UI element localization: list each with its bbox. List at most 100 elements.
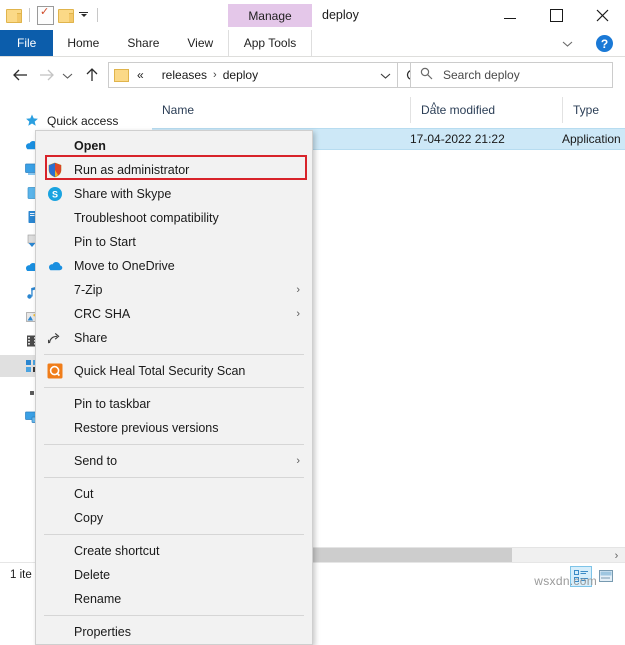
- menu-item-move-to-onedrive-label: Move to OneDrive: [74, 259, 175, 273]
- menu-separator-1: [44, 354, 304, 355]
- column-header-type-label: Type: [573, 103, 600, 117]
- menu-item-copy[interactable]: Copy: [36, 506, 312, 530]
- address-dropdown-button[interactable]: [373, 70, 397, 81]
- menu-item-share-with-skype[interactable]: S Share with Skype: [36, 182, 312, 206]
- menu-item-delete-label: Delete: [74, 568, 111, 582]
- customize-caret-icon[interactable]: [78, 9, 90, 21]
- menu-separator-6: [44, 615, 304, 616]
- column-header-name-label: Name: [162, 103, 195, 117]
- maximize-icon: [549, 8, 563, 22]
- column-header-date-modified[interactable]: Date modified: [410, 97, 562, 123]
- recent-locations-button[interactable]: [58, 63, 76, 87]
- onedrive-icon: [47, 258, 63, 274]
- quick-access-toolbar: [6, 4, 101, 26]
- title-bar: Manage deploy: [0, 0, 625, 30]
- menu-item-copy-label: Copy: [74, 511, 104, 525]
- menu-item-restore-previous-versions[interactable]: Restore previous versions: [36, 416, 312, 440]
- menu-item-pin-to-start-label: Pin to Start: [74, 235, 136, 249]
- menu-item-pin-to-taskbar-label: Pin to taskbar: [74, 397, 151, 411]
- column-header-type[interactable]: Type: [562, 97, 625, 123]
- menu-item-send-to[interactable]: Send to ›: [36, 449, 312, 473]
- back-button[interactable]: [8, 63, 32, 87]
- menu-separator-2: [44, 387, 304, 388]
- forward-button[interactable]: [34, 63, 58, 87]
- menu-item-7-zip[interactable]: 7-Zip ›: [36, 278, 312, 302]
- breadcrumb-overflow[interactable]: «: [137, 68, 144, 82]
- close-button[interactable]: [579, 0, 625, 30]
- help-button[interactable]: ?: [596, 35, 613, 52]
- chevron-down-icon: [380, 73, 390, 79]
- tab-view-label: View: [187, 36, 214, 50]
- tab-share[interactable]: Share: [113, 30, 173, 56]
- search-box[interactable]: Search deploy: [410, 62, 613, 88]
- properties-icon[interactable]: [37, 5, 54, 25]
- menu-item-run-as-administrator-label: Run as administrator: [74, 163, 190, 177]
- tab-app-tools-label: App Tools: [243, 36, 297, 50]
- close-icon: [596, 9, 608, 21]
- menu-item-quick-heal-scan[interactable]: Quick Heal Total Security Scan: [36, 359, 312, 383]
- menu-separator-3: [44, 444, 304, 445]
- collapse-ribbon-button[interactable]: [562, 38, 573, 49]
- menu-item-open[interactable]: Open: [36, 134, 312, 158]
- menu-item-pin-to-taskbar[interactable]: Pin to taskbar: [36, 392, 312, 416]
- tab-home[interactable]: Home: [53, 30, 113, 56]
- large-icons-view-icon: [598, 570, 613, 582]
- breadcrumb-item-releases[interactable]: releases: [162, 68, 207, 82]
- help-icon: ?: [600, 36, 609, 51]
- up-button[interactable]: [80, 63, 104, 87]
- maximize-button[interactable]: [533, 0, 579, 30]
- search-input[interactable]: Search deploy: [443, 68, 520, 82]
- menu-item-create-shortcut[interactable]: Create shortcut: [36, 539, 312, 563]
- menu-separator-5: [44, 534, 304, 535]
- menu-item-cut-label: Cut: [74, 487, 94, 501]
- column-header-name[interactable]: Name ˄: [152, 97, 437, 123]
- chevron-down-icon: [562, 41, 573, 47]
- tab-app-tools[interactable]: App Tools: [228, 30, 312, 56]
- breadcrumb-item-deploy[interactable]: deploy: [223, 68, 258, 82]
- column-header-date-label: Date modified: [421, 103, 496, 117]
- menu-item-share-label: Share: [74, 331, 108, 345]
- menu-item-move-to-onedrive[interactable]: Move to OneDrive: [36, 254, 312, 278]
- ribbon-tab-bar: File Home Share View App Tools ?: [0, 30, 625, 57]
- menu-item-delete[interactable]: Delete: [36, 563, 312, 587]
- context-menu: Open Run as administrator S Share with S…: [35, 130, 313, 645]
- menu-item-properties[interactable]: Properties: [36, 620, 312, 644]
- svg-text:S: S: [52, 190, 58, 200]
- menu-item-troubleshoot-compatibility[interactable]: Troubleshoot compatibility: [36, 206, 312, 230]
- qat-divider-1: [29, 8, 30, 22]
- star-pin-icon: [24, 113, 40, 129]
- menu-item-crc-sha[interactable]: CRC SHA ›: [36, 302, 312, 326]
- menu-item-cut[interactable]: Cut: [36, 482, 312, 506]
- menu-item-crc-sha-label: CRC SHA: [74, 307, 131, 321]
- tab-view[interactable]: View: [173, 30, 227, 56]
- new-folder-icon[interactable]: [58, 8, 74, 23]
- menu-item-properties-label: Properties: [74, 625, 131, 639]
- explorer-icon[interactable]: [6, 8, 22, 23]
- file-date-modified: 17-04-2022 21:22: [410, 132, 505, 146]
- tab-home-label: Home: [67, 36, 100, 50]
- chevron-right-icon: ›: [296, 284, 300, 296]
- manage-label: Manage: [248, 8, 292, 23]
- file-type: Application: [562, 132, 621, 146]
- window-title: deploy: [322, 8, 359, 22]
- arrow-right-icon: [39, 69, 54, 81]
- chevron-down-icon: [62, 73, 72, 79]
- address-bar[interactable]: « › releases › deploy: [108, 62, 398, 88]
- sidebar-item-quick-access[interactable]: Quick access: [0, 110, 152, 132]
- large-icons-view-button[interactable]: [595, 566, 617, 587]
- menu-item-rename-label: Rename: [74, 592, 122, 606]
- menu-item-rename[interactable]: Rename: [36, 587, 312, 611]
- menu-item-send-to-label: Send to: [74, 454, 118, 468]
- menu-item-restore-previous-versions-label: Restore previous versions: [74, 421, 219, 435]
- window-controls: [487, 0, 625, 30]
- tab-file-label: File: [17, 36, 37, 50]
- contextual-tab-group-manage: Manage: [228, 4, 312, 27]
- breadcrumb-separator-1[interactable]: ›: [213, 69, 217, 81]
- menu-item-create-shortcut-label: Create shortcut: [74, 544, 160, 558]
- tab-file[interactable]: File: [0, 30, 54, 56]
- menu-item-7-zip-label: 7-Zip: [74, 283, 103, 297]
- minimize-button[interactable]: [487, 0, 533, 30]
- menu-item-pin-to-start[interactable]: Pin to Start: [36, 230, 312, 254]
- menu-item-run-as-administrator[interactable]: Run as administrator: [36, 158, 312, 182]
- menu-item-share[interactable]: Share: [36, 326, 312, 350]
